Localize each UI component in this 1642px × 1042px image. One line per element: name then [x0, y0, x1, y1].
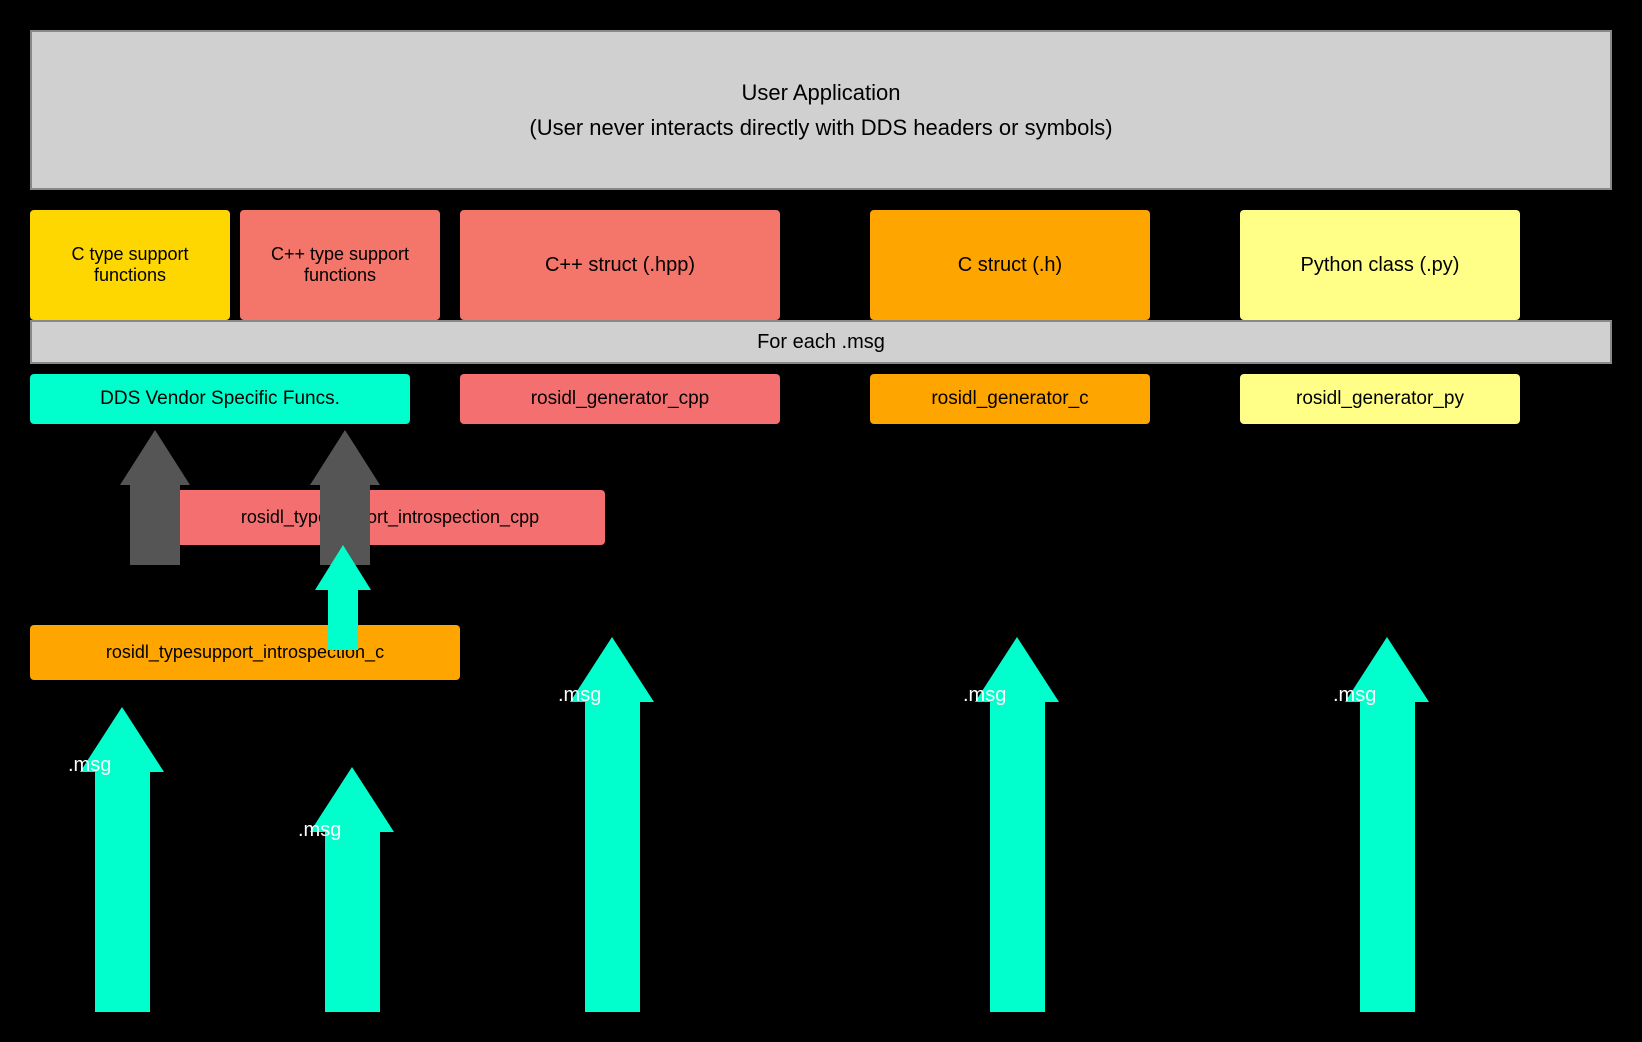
msg-label-2: .msg [298, 819, 341, 842]
rosidl-gen-py-label: rosidl_generator_py [1296, 388, 1464, 410]
gray-shaft-left [130, 485, 180, 565]
rosidl-gen-c-label: rosidl_generator_c [931, 388, 1088, 410]
gray-arrowhead-left [120, 430, 190, 485]
cyan-shaft-2 [325, 832, 380, 1012]
typesupport-cpp-label: rosidl_typesupport_introspection_cpp [241, 507, 539, 528]
cyan-arrow-1 [80, 707, 164, 1012]
cpp-struct-box: C++ struct (.hpp) [460, 210, 780, 320]
for-each-band: For each .msg [30, 320, 1612, 364]
msg-label-5: .msg [1333, 684, 1376, 707]
cyan-shaft-1 [95, 772, 150, 1012]
gray-arrowhead-right [310, 430, 380, 485]
c-struct-box: C struct (.h) [870, 210, 1150, 320]
for-each-label: For each .msg [757, 331, 885, 354]
cpp-type-support-box: C++ type support functions [240, 210, 440, 320]
cpp-type-support-label: C++ type support functions [250, 244, 430, 286]
dds-vendor-label: DDS Vendor Specific Funcs. [100, 388, 340, 410]
small-cyan-arrow [315, 545, 371, 650]
msg-label-4: .msg [963, 684, 1006, 707]
c-type-support-box: C type support functions [30, 210, 230, 320]
rosidl-gen-py-box: rosidl_generator_py [1240, 374, 1520, 424]
rosidl-gen-c-box: rosidl_generator_c [870, 374, 1150, 424]
gray-arrow-left [120, 430, 190, 565]
msg-label-1: .msg [68, 754, 111, 777]
cpp-struct-label: C++ struct (.hpp) [545, 254, 695, 277]
c-type-support-label: C type support functions [40, 244, 220, 286]
cyan-shaft-5 [1360, 702, 1415, 1012]
dds-vendor-box: DDS Vendor Specific Funcs. [30, 374, 410, 424]
small-cyan-shaft [328, 590, 358, 650]
rosidl-gen-cpp-box: rosidl_generator_cpp [460, 374, 780, 424]
user-app-title: User Application [742, 75, 901, 110]
python-class-label: Python class (.py) [1301, 254, 1460, 277]
rosidl-gen-cpp-label: rosidl_generator_cpp [531, 388, 710, 410]
cyan-shaft-3 [585, 702, 640, 1012]
msg-label-3: .msg [558, 684, 601, 707]
typesupport-c-box: rosidl_typesupport_introspection_c [30, 625, 460, 680]
small-cyan-arrowhead [315, 545, 371, 590]
cyan-arrow-2 [310, 767, 394, 1012]
user-app-subtitle: (User never interacts directly with DDS … [529, 110, 1112, 145]
python-class-box: Python class (.py) [1240, 210, 1520, 320]
c-struct-label: C struct (.h) [958, 254, 1062, 277]
user-app-box: User Application (User never interacts d… [30, 30, 1612, 190]
cyan-shaft-4 [990, 702, 1045, 1012]
diagram: User Application (User never interacts d… [0, 0, 1642, 1042]
typesupport-cpp-box: rosidl_typesupport_introspection_cpp [175, 490, 605, 545]
